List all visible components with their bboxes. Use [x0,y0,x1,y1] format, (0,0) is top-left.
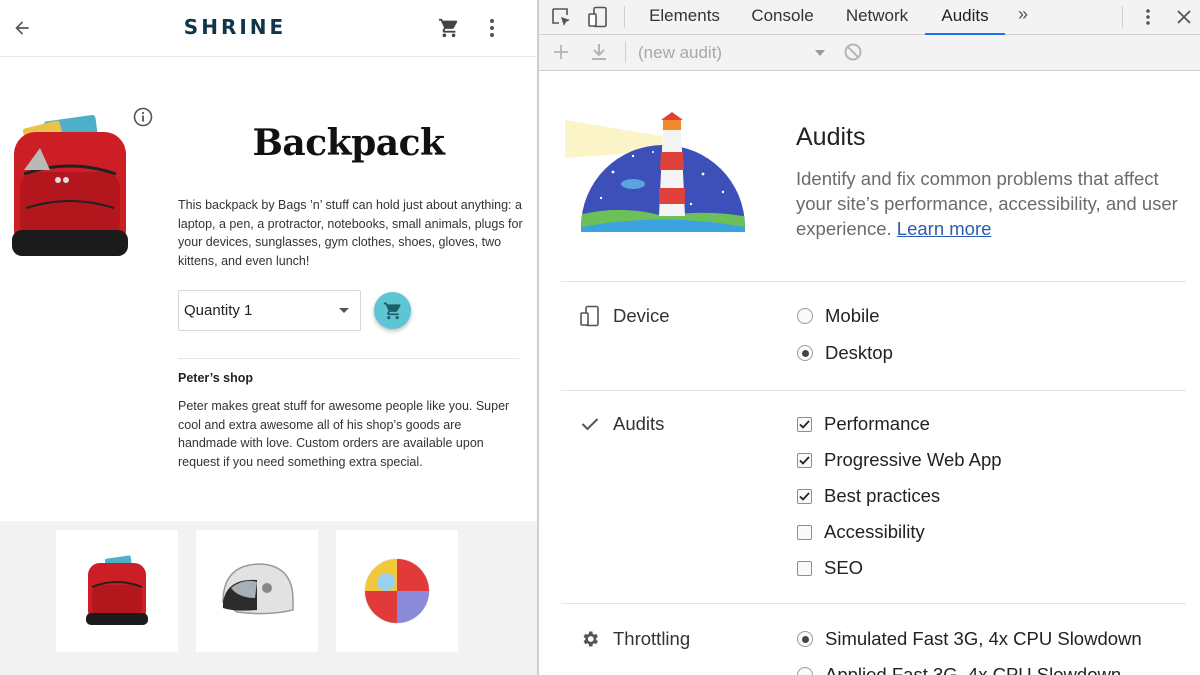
product-title: Backpack [252,122,445,164]
option-label: Applied Fast 3G, 4x CPU Slowdown [825,664,1122,675]
lighthouse-logo [563,112,763,234]
checkbox-accessibility[interactable] [797,524,812,540]
audit-option-performance[interactable]: Performance [797,412,930,436]
separator [625,41,626,63]
tab-elements[interactable]: Elements [639,0,730,35]
download-report-button[interactable] [586,39,612,65]
radio-simulated[interactable] [797,631,813,647]
option-label: Accessibility [824,521,925,542]
inspect-cursor-icon [552,8,570,26]
add-to-cart-icon [383,302,401,319]
audits-toolbar: (new audit) [539,35,1200,71]
section-divider [561,281,1186,282]
device-option-mobile[interactable]: Mobile [797,304,880,328]
option-label: Performance [824,413,930,434]
checkbox-performance[interactable] [797,416,812,432]
info-button[interactable] [132,106,154,128]
app-bar: SHRINE [0,0,537,57]
tab-network[interactable]: Network [837,0,917,35]
audits-heading: Audits [796,123,866,151]
audit-option-seo[interactable]: SEO [797,556,863,580]
throttling-option-applied[interactable]: Applied Fast 3G, 4x CPU Slowdown [797,663,1121,675]
audits-section-icon [579,413,601,435]
audits-categories-label: Audits [613,413,665,434]
more-tabs-button[interactable]: » [1011,4,1035,25]
checkmark-icon [799,491,810,501]
separator [624,6,625,28]
info-icon [133,107,153,127]
radio-mobile[interactable] [797,308,813,324]
audit-report-select[interactable]: (new audit) [638,40,827,66]
divider [178,358,519,359]
audit-option-pwa[interactable]: Progressive Web App [797,448,1002,472]
devtools-panel: Elements Console Network Audits » (new a… [539,0,1200,675]
inspect-element-button[interactable] [548,4,574,30]
checkmark-icon [799,419,810,429]
shrine-app: SHRINE Backpack This backpack by Bags ’n… [0,0,537,675]
radio-applied[interactable] [797,667,813,675]
option-label: Mobile [825,305,880,326]
dropdown-caret-icon [815,50,825,56]
device-section-icon [579,305,601,327]
shop-name: Peter’s shop [178,371,254,385]
plus-icon [554,45,568,59]
devtools-menu-button[interactable] [1135,4,1161,30]
gear-icon [583,631,598,647]
device-toggle-icon [588,6,607,28]
section-divider [561,390,1186,391]
close-icon [1177,10,1191,24]
more-vert-icon [490,19,494,37]
option-label: Simulated Fast 3G, 4x CPU Slowdown [825,628,1142,649]
quantity-select[interactable]: Quantity 1 [178,290,361,331]
option-label: Desktop [825,342,893,363]
checkbox-seo[interactable] [797,560,812,576]
audits-description: Identify and fix common problems that af… [796,166,1186,241]
cart-button[interactable] [435,14,463,42]
device-option-desktop[interactable]: Desktop [797,341,893,365]
tab-console[interactable]: Console [742,0,823,35]
throttling-option-simulated[interactable]: Simulated Fast 3G, 4x CPU Slowdown [797,627,1142,651]
throttling-label: Throttling [613,628,691,649]
thumbnail-backpack[interactable] [56,530,178,652]
thumbnail-beach-ball[interactable] [336,530,458,652]
audit-option-accessibility[interactable]: Accessibility [797,520,925,544]
shop-description: Peter makes great stuff for awesome peop… [178,399,510,469]
section-divider [561,603,1186,604]
thumbnail-helmet[interactable] [196,530,318,652]
option-label: Progressive Web App [824,449,1002,470]
learn-more-link[interactable]: Learn more [897,218,992,239]
device-label: Device [613,305,670,326]
device-toolbar-button[interactable] [585,4,611,30]
close-devtools-button[interactable] [1171,4,1197,30]
cart-icon [438,18,458,38]
separator [1122,6,1123,28]
throttling-section-icon [579,628,601,650]
devtools-tabbar: Elements Console Network Audits » [539,0,1200,35]
new-audit-button[interactable] [548,39,574,65]
product-image-backpack [6,110,138,265]
product-description: This backpack by Bags ’n’ stuff can hold… [178,198,523,268]
tab-audits[interactable]: Audits [925,0,1005,35]
more-vert-icon [1146,9,1150,25]
option-label: SEO [824,557,864,578]
add-to-cart-button[interactable] [374,292,411,329]
audit-select-value: (new audit) [638,43,723,62]
device-icon [580,305,599,327]
option-label: Best practices [824,485,941,506]
checkmark-icon [799,455,810,465]
download-icon [592,44,606,60]
more-options-button[interactable] [479,14,505,42]
thumbnail-strip [0,521,537,675]
dropdown-caret-icon [339,308,349,313]
checkbox-pwa[interactable] [797,452,812,468]
block-icon [844,43,862,61]
quantity-value: Quantity 1 [184,302,253,319]
brand-title: SHRINE [183,15,287,39]
checkmark-icon [581,418,599,431]
clear-audits-button[interactable] [840,39,866,65]
checkbox-best-practices[interactable] [797,488,812,504]
radio-desktop[interactable] [797,345,813,361]
audit-option-best-practices[interactable]: Best practices [797,484,940,508]
